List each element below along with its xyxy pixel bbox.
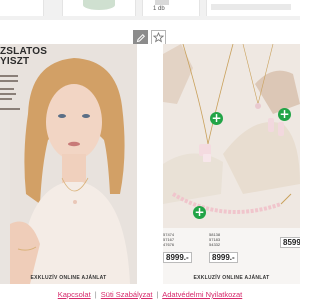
price-placeholder [155,0,169,5]
separator: | [94,290,97,299]
jewelry-photo [163,44,300,228]
catalog-viewer: 1 db ZSLATOS YISZT EXKLUZÍV ONLINE AJÁNL… [0,0,300,300]
product-code: 47676 [163,242,175,247]
catalog-page-left[interactable]: ZSLATOS YISZT EXKLUZÍV ONLINE AJÁNLAT [0,44,137,284]
pencil-icon [136,33,145,42]
top-card[interactable] [206,0,300,16]
top-product-strip: 1 db [0,0,300,20]
privacy-policy-link[interactable]: Adatvédelmi Nyilatkozat [162,290,242,299]
page-footer-label: EXKLUZÍV ONLINE AJÁNLAT [30,275,107,281]
headline-line-2: YISZT [0,56,30,67]
text-line [0,93,16,95]
add-to-cart-plus-icon[interactable]: + [210,112,223,125]
model-photo [10,44,137,284]
top-card[interactable]: 1 db [142,0,200,16]
product-thumbnail [83,0,115,10]
add-to-cart-plus-icon[interactable]: + [193,206,206,219]
edit-button[interactable] [133,30,148,45]
top-card[interactable] [62,0,136,16]
product-info: 57474 57167 47676 8999.- [163,232,203,265]
product-price: 8999.- [163,252,192,263]
page-gutter [137,44,163,284]
top-card-bar [211,4,291,10]
footer-links: Kapcsolat | Süti Szabályzat | Adatvédelm… [0,290,300,299]
product-price: 8599.- [280,237,300,248]
add-to-cart-plus-icon[interactable]: + [278,108,291,121]
text-line [0,108,20,110]
cookie-policy-link[interactable]: Süti Szabályzat [101,290,153,299]
text-line [0,98,12,100]
product-code: 54332 [209,242,221,247]
quantity-text: 1 db [153,6,165,12]
product-info: 58138 57183 54332 8999.- [209,232,249,265]
favorite-button[interactable] [151,30,166,45]
text-line [0,75,18,77]
star-icon [153,32,164,43]
catalog-page-right[interactable]: + + + 57474 57167 47676 8999.- 58138 571… [163,44,300,284]
page-footer-label: EXKLUZÍV ONLINE AJÁNLAT [193,275,270,281]
separator: | [156,290,159,299]
top-card[interactable] [0,0,44,16]
text-line [0,88,14,90]
product-info: 8599.- [280,232,300,250]
contact-link[interactable]: Kapcsolat [58,290,91,299]
product-price: 8999.- [209,252,238,263]
text-line [0,80,18,82]
